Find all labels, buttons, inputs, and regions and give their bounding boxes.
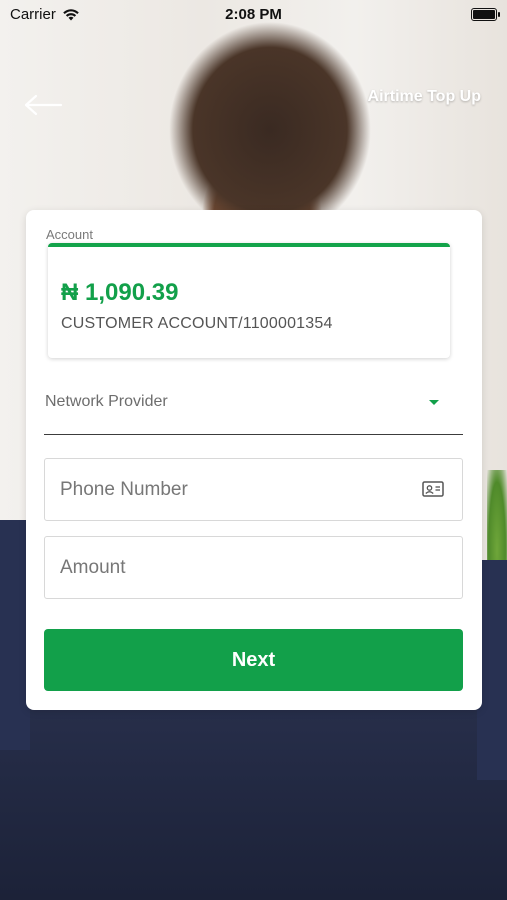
status-bar: Carrier 2:08 PM	[0, 0, 507, 28]
phone-number-field[interactable]	[44, 458, 463, 521]
phone-number-input[interactable]	[45, 459, 462, 520]
amount-input[interactable]	[45, 537, 462, 598]
battery-level	[473, 9, 495, 19]
caret-down-icon	[429, 400, 439, 405]
network-provider-select[interactable]: Network Provider	[44, 385, 463, 435]
carrier-label: Carrier	[10, 5, 56, 23]
account-card[interactable]: ₦ 1,090.39 CUSTOMER ACCOUNT/1100001354	[48, 243, 450, 358]
status-left: Carrier	[10, 6, 80, 23]
account-label: Account	[46, 227, 93, 242]
screen: Carrier 2:08 PM Airtime Top Up Account ₦…	[0, 0, 507, 900]
topup-card: Account ₦ 1,090.39 CUSTOMER ACCOUNT/1100…	[26, 210, 482, 710]
battery-icon	[471, 7, 500, 21]
contact-card-icon[interactable]	[422, 480, 444, 498]
next-button[interactable]: Next	[44, 629, 463, 691]
amount-field[interactable]	[44, 536, 463, 599]
account-name: CUSTOMER ACCOUNT/1100001354	[61, 315, 333, 332]
arrow-left-icon	[24, 94, 63, 116]
network-provider-label: Network Provider	[45, 393, 168, 410]
account-balance: ₦ 1,090.39	[61, 279, 179, 306]
wifi-icon	[63, 8, 79, 20]
back-button[interactable]	[22, 90, 64, 120]
page-title: Airtime Top Up	[367, 88, 481, 105]
